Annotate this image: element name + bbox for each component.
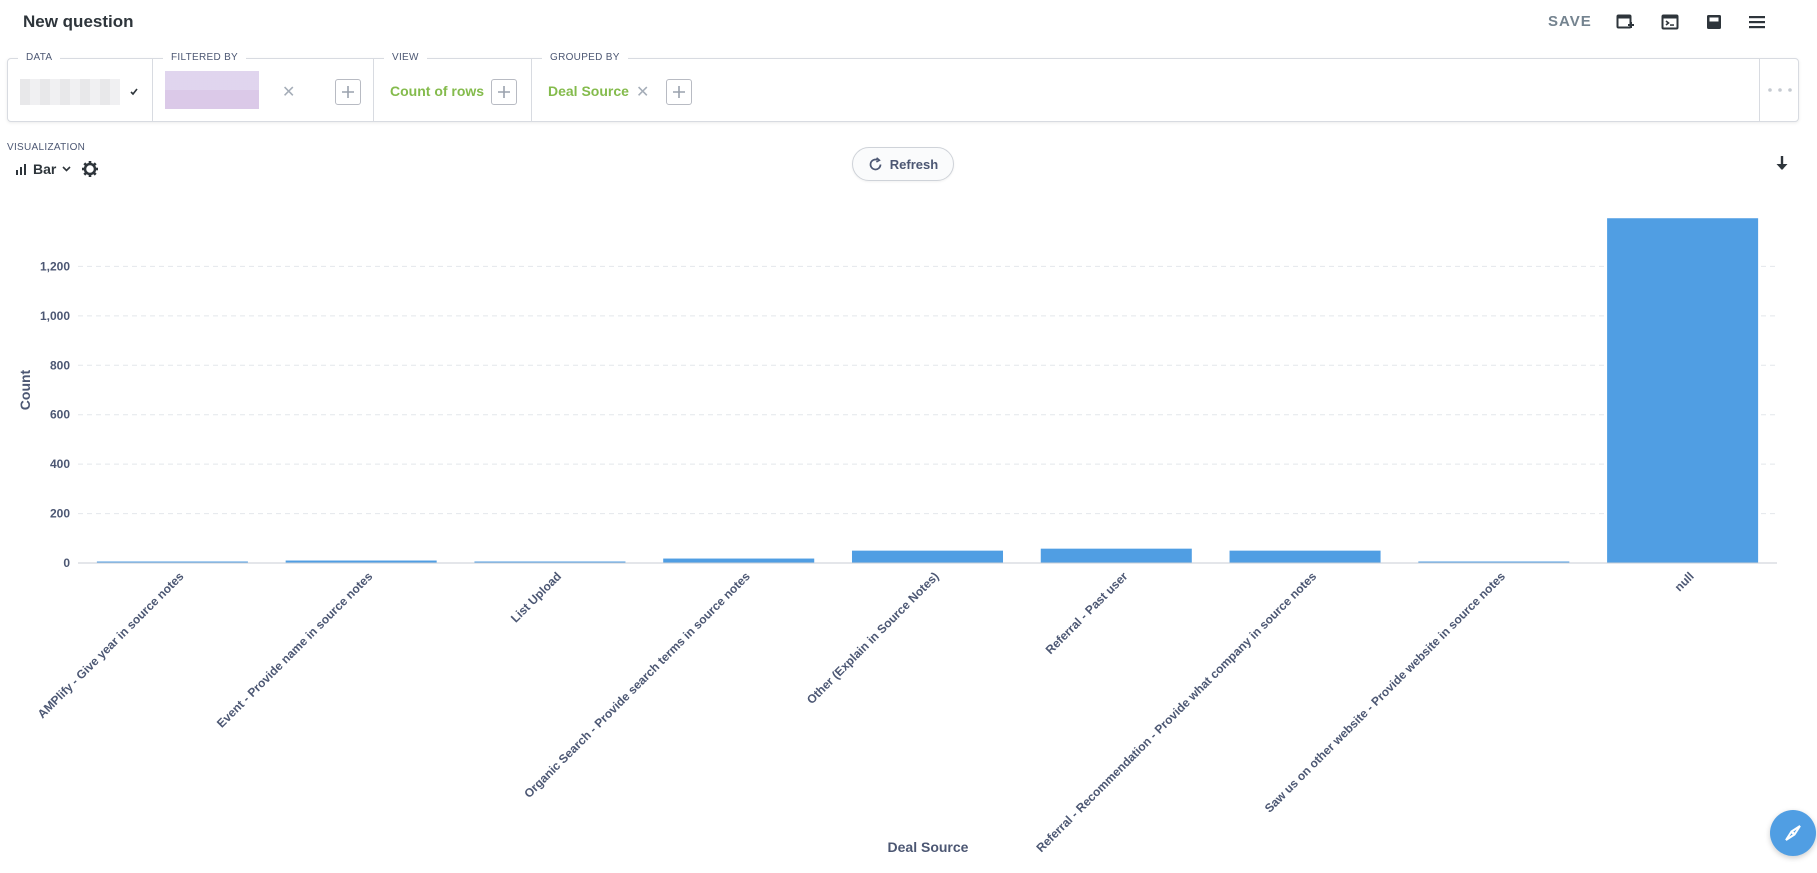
y-axis-label: Count	[17, 369, 33, 410]
x-tick-label: null	[1672, 569, 1697, 594]
grouped-by-label: GROUPED BY	[542, 52, 628, 63]
x-tick-label: List Upload	[508, 569, 564, 625]
data-section[interactable]: DATA	[8, 52, 153, 121]
more-options-icon[interactable]	[1760, 59, 1800, 121]
view-label: VIEW	[384, 52, 427, 63]
y-tick-label: 200	[50, 507, 70, 521]
header: New question SAVE	[0, 0, 1817, 46]
chart-gridlines	[78, 265, 1777, 515]
y-tick-label: 400	[50, 457, 70, 471]
chevron-down-icon[interactable]	[130, 88, 138, 96]
visualization-label: VISUALIZATION	[7, 142, 86, 153]
filter-pill[interactable]	[165, 71, 259, 109]
bar-chart-icon	[16, 164, 26, 175]
save-button[interactable]: SAVE	[1548, 13, 1592, 30]
y-tick-label: 0	[63, 556, 70, 570]
visualization-type-label: Bar	[33, 161, 57, 177]
add-aggregation-button[interactable]	[491, 79, 517, 105]
x-tick-label: Organic Search - Provide search terms in…	[521, 569, 753, 801]
y-tick-label: 600	[50, 408, 70, 422]
filtered-by-label: FILTERED BY	[163, 52, 247, 63]
notebook-icon[interactable]	[1703, 11, 1725, 33]
gear-icon[interactable]	[81, 160, 99, 178]
x-tick-label: Referral - Past user	[1043, 569, 1131, 657]
y-tick-label: 800	[50, 358, 70, 372]
add-filter-button[interactable]	[335, 79, 361, 105]
data-label: DATA	[18, 52, 61, 63]
chart-bar[interactable]	[1040, 548, 1192, 563]
view-aggregation[interactable]: Count of rows	[390, 83, 484, 99]
refresh-button[interactable]: Refresh	[852, 147, 954, 181]
chevron-down-icon	[62, 166, 71, 172]
query-builder: DATA FILTERED BY ✕ VIEW Count of rows GR…	[7, 52, 1800, 122]
remove-grouping-icon[interactable]: ✕	[636, 82, 649, 102]
filtered-by-section: FILTERED BY ✕	[153, 52, 374, 121]
grouped-by-section: GROUPED BY Deal Source ✕	[532, 52, 1760, 121]
chart-bars	[96, 218, 1759, 563]
y-tick-label: 1,000	[40, 309, 70, 323]
chart-bar[interactable]	[663, 558, 815, 563]
compass-button[interactable]	[1770, 810, 1816, 856]
view-section: VIEW Count of rows	[374, 52, 532, 121]
data-source-selector[interactable]	[20, 79, 120, 105]
x-axis-ticks: AMPlify - Give year in source notes Event…	[35, 569, 1697, 855]
add-grouping-button[interactable]	[666, 79, 692, 105]
sql-console-icon[interactable]	[1659, 11, 1681, 33]
x-tick-label: Other (Explain in Source Notes)	[804, 569, 942, 707]
visualization-type-picker[interactable]: Bar	[15, 160, 99, 178]
x-axis-label: Deal Source	[888, 839, 969, 855]
add-to-dashboard-icon[interactable]	[1614, 11, 1636, 33]
grouped-by-field[interactable]: Deal Source	[548, 83, 629, 99]
page-title: New question	[23, 12, 134, 31]
remove-filter-icon[interactable]: ✕	[282, 82, 295, 102]
x-tick-label: AMPlify - Give year in source notes	[35, 569, 187, 721]
y-tick-label: 1,200	[40, 259, 70, 273]
download-icon[interactable]	[1772, 154, 1792, 174]
x-tick-label: Saw us on other website - Provide websit…	[1262, 569, 1508, 815]
refresh-label: Refresh	[889, 156, 939, 172]
menu-icon[interactable]	[1746, 11, 1768, 33]
bar-chart: 0 200 400 600 800 1,000 1,200 AMPlify - Give y…	[17, 218, 1777, 855]
chart-bar[interactable]	[1229, 550, 1381, 563]
x-tick-label: Event - Provide name in source notes	[214, 569, 375, 730]
compass-icon	[1785, 825, 1801, 841]
chart-bar[interactable]	[1607, 218, 1759, 563]
chart-bar[interactable]	[851, 550, 1004, 563]
refresh-icon	[869, 156, 882, 170]
x-tick-label: Referral - Recommendation - Provide what…	[1033, 569, 1319, 855]
y-axis-ticks: 0 200 400 600 800 1,000 1,200	[40, 259, 70, 570]
